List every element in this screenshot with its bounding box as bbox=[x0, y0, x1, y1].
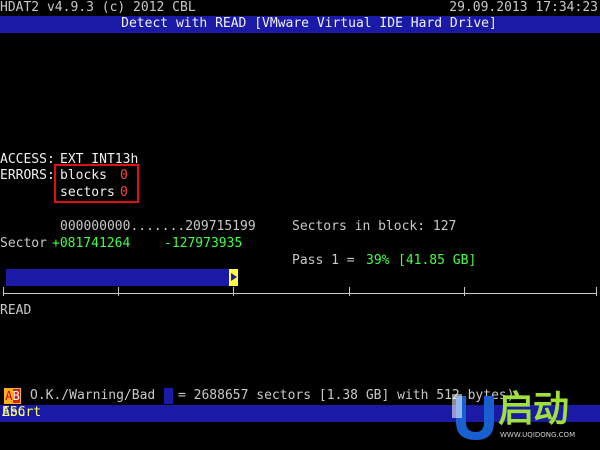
logo-subtext: WWW.UQIDONG.COM bbox=[500, 431, 576, 439]
sector-remaining: -127973935 bbox=[164, 236, 243, 251]
ruler-tick bbox=[233, 287, 234, 296]
sector-label: Sector bbox=[0, 236, 47, 251]
status-bar-text: Detect with READ [VMware Virtual IDE Har… bbox=[121, 16, 497, 31]
ruler-tick bbox=[349, 287, 350, 296]
progress-cursor-icon bbox=[229, 269, 238, 286]
legend-text-left: O.K./Warning/Bad ( bbox=[30, 388, 171, 403]
logo-text: 启动 bbox=[498, 389, 569, 430]
sectors-in-block: Sectors in block: 127 bbox=[292, 219, 457, 234]
sectors-label: sectors bbox=[60, 185, 115, 200]
status-bar: Detect with READ [VMware Virtual IDE Har… bbox=[0, 16, 600, 33]
abort-action[interactable]: Abort bbox=[2, 405, 41, 421]
legend-ab-icon: AB bbox=[4, 388, 21, 404]
ruler-tick bbox=[464, 287, 465, 296]
ruler-tick bbox=[3, 287, 4, 296]
pass-percent: 39% bbox=[366, 253, 390, 268]
blocks-label: blocks bbox=[60, 168, 107, 183]
datetime: 29.09.2013 17:34:23 bbox=[449, 0, 598, 15]
progress-bar bbox=[6, 269, 238, 286]
legend-block-icon bbox=[164, 388, 173, 404]
pass-size: [41.85 GB] bbox=[398, 253, 477, 268]
sector-current: +081741264 bbox=[52, 236, 131, 251]
sectors-value: 0 bbox=[120, 185, 128, 200]
blocks-value: 0 bbox=[120, 168, 128, 183]
access-label: ACCESS: bbox=[0, 152, 55, 167]
pass-label: Pass 1 = bbox=[292, 253, 355, 268]
ruler-tick bbox=[118, 287, 119, 296]
app-title: HDAT2 v4.9.3 (c) 2012 CBL bbox=[0, 0, 196, 15]
sector-range: 000000000.......209715199 bbox=[60, 219, 256, 234]
scan-ruler bbox=[3, 293, 597, 294]
errors-label: ERRORS: bbox=[0, 168, 55, 183]
mode-label: READ bbox=[0, 303, 32, 318]
ruler-tick bbox=[596, 287, 597, 296]
